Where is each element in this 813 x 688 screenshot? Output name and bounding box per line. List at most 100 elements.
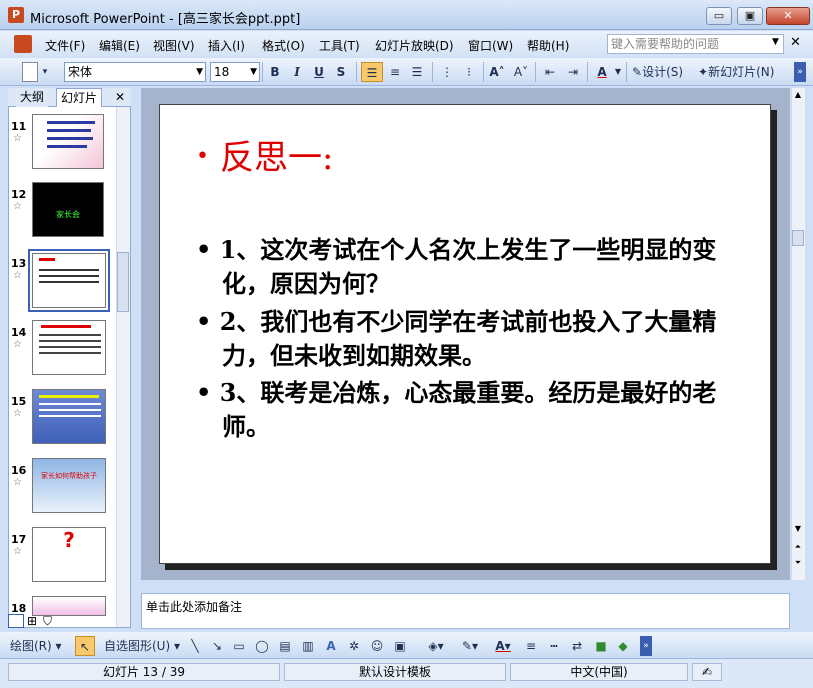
toolbar-separator — [535, 62, 536, 82]
design-button[interactable]: ✎设计(S) — [632, 62, 694, 82]
scroll-down-icon[interactable]: ▼ — [791, 522, 805, 536]
chevron-down-icon[interactable]: ▼ — [196, 63, 203, 81]
draw-menu-button[interactable]: 绘图(R) ▾ — [10, 636, 72, 656]
draw-font-color-icon[interactable]: A▾ — [488, 636, 518, 656]
menu-window[interactable]: 窗口(W) — [468, 37, 513, 54]
align-center-button[interactable]: ≡ — [385, 62, 405, 82]
scrollbar-thumb[interactable] — [117, 252, 129, 312]
select-pointer-icon[interactable]: ↖ — [75, 636, 95, 656]
arrow-style-icon[interactable]: ⇄ — [568, 636, 586, 656]
notes-pane[interactable]: 单击此处添加备注 — [141, 593, 790, 629]
bullet-text: 2、我们也有不少同学在考试前也投入了大量精力，但未收到如期效果。 — [219, 307, 717, 370]
slide-thumbnail-16[interactable]: 家长如何帮助孩子 — [32, 458, 106, 513]
font-name-combo[interactable]: 宋体 ▼ — [64, 62, 206, 82]
diagram-icon[interactable]: ✲ — [345, 636, 363, 656]
previous-slide-icon[interactable]: ⏶ — [791, 540, 805, 554]
menu-slideshow[interactable]: 幻灯片放映(D) — [375, 37, 454, 54]
vertical-textbox-icon[interactable]: ▥ — [299, 636, 317, 656]
scroll-up-icon[interactable]: ▲ — [791, 88, 805, 102]
grow-font-button[interactable]: A˄ — [487, 62, 507, 82]
slide-thumbnail-18[interactable] — [32, 596, 106, 616]
arrow-icon[interactable]: ↘ — [208, 636, 226, 656]
slide-thumbnail-14[interactable] — [32, 320, 106, 375]
toolbar-options-icon[interactable]: ▾ — [40, 62, 50, 82]
italic-button[interactable]: I — [287, 62, 307, 82]
next-slide-icon[interactable]: ⏷ — [791, 556, 805, 570]
chevron-down-icon[interactable]: ▼ — [614, 62, 622, 82]
menu-help[interactable]: 帮助(H) — [527, 37, 569, 54]
autoshapes-label: 自选图形(U) — [104, 639, 171, 653]
powerpoint-app-icon[interactable]: P — [8, 7, 24, 23]
star-icon: ☆ — [13, 270, 22, 281]
decrease-indent-icon[interactable]: ⇤ — [540, 62, 560, 82]
slide-thumbnail-15[interactable] — [32, 389, 106, 444]
line-style-icon[interactable]: ≡ — [522, 636, 540, 656]
font-name-value: 宋体 — [68, 65, 93, 79]
font-color-button[interactable]: A — [591, 62, 613, 82]
line-icon[interactable]: ╲ — [186, 636, 204, 656]
line-color-icon[interactable]: ✎▾ — [455, 636, 485, 656]
bullet-text: 1、这次考试在个人名次上发生了一些明显的变化，原因为何？ — [219, 235, 717, 298]
status-design-template[interactable]: 默认设计模板 — [284, 663, 506, 681]
bold-button[interactable]: B — [265, 62, 285, 82]
slideshow-view-icon[interactable]: ⛉ — [43, 614, 52, 629]
bullets-icon[interactable]: ⁝ — [459, 62, 479, 82]
help-dropdown-icon[interactable]: ▼ — [772, 37, 779, 47]
star-icon: ☆ — [13, 408, 22, 419]
thumb-label: 家长会 — [56, 210, 80, 219]
menu-edit[interactable]: 编辑(E) — [99, 37, 140, 54]
new-slide-button[interactable]: ✦新幻灯片(N) — [698, 62, 786, 82]
slide-bullet-2[interactable]: • 2、我们也有不少同学在考试前也投入了大量精力，但未收到如期效果。 — [196, 305, 756, 373]
spelling-status-icon[interactable]: ✍ — [692, 663, 722, 681]
dash-style-icon[interactable]: ┅ — [545, 636, 563, 656]
slide-thumbnail-13[interactable] — [32, 253, 106, 308]
slide-thumbnail-17[interactable]: ? — [32, 527, 106, 582]
oval-icon[interactable]: ◯ — [253, 636, 271, 656]
menu-view[interactable]: 视图(V) — [153, 37, 195, 54]
normal-view-icon[interactable] — [8, 614, 24, 628]
clipart-icon[interactable]: ☺ — [368, 636, 386, 656]
slide-sorter-icon[interactable]: ⊞ — [27, 614, 37, 628]
maximize-button[interactable]: ▣ — [737, 7, 763, 25]
numbering-icon[interactable]: ⋮ — [437, 62, 457, 82]
slide-title[interactable]: 反思一: — [220, 130, 333, 179]
help-search-input[interactable]: 键入需要帮助的问题 — [607, 34, 784, 54]
panel-close-icon[interactable]: ✕ — [111, 88, 129, 107]
new-document-icon[interactable] — [22, 62, 38, 82]
font-size-combo[interactable]: 18 ▼ — [210, 62, 260, 82]
menu-format[interactable]: 格式(O) — [262, 37, 305, 54]
align-right-button[interactable]: ☰ — [407, 62, 427, 82]
textbox-icon[interactable]: ▤ — [276, 636, 294, 656]
picture-icon[interactable]: ▣ — [391, 636, 409, 656]
tab-outline[interactable]: 大纲 — [16, 88, 49, 107]
slide-thumbnail-12[interactable]: 家长会 — [32, 182, 104, 237]
slides-panel-scrollbar[interactable] — [116, 107, 130, 627]
close-window-button[interactable]: ✕ — [766, 7, 810, 25]
slide-thumbnail-11[interactable] — [32, 114, 104, 169]
editor-scrollbar[interactable] — [791, 88, 805, 580]
scrollbar-thumb[interactable] — [792, 230, 804, 246]
menu-tools[interactable]: 工具(T) — [319, 37, 360, 54]
align-left-button[interactable]: ☰ — [361, 62, 383, 82]
slide-bullet-1[interactable]: • 1、这次考试在个人名次上发生了一些明显的变化，原因为何？ — [196, 233, 756, 301]
underline-button[interactable]: U — [309, 62, 329, 82]
shrink-font-button[interactable]: A˅ — [511, 62, 531, 82]
document-icon[interactable] — [14, 35, 32, 53]
wordart-icon[interactable]: A — [322, 636, 340, 656]
rectangle-icon[interactable]: ▭ — [230, 636, 248, 656]
close-document-button[interactable]: ✕ — [790, 35, 801, 50]
drawbar-more-icon[interactable]: » — [640, 636, 652, 656]
fill-color-icon[interactable]: ◈▾ — [422, 636, 450, 656]
menu-file[interactable]: 文件(F) — [45, 37, 85, 54]
menu-insert[interactable]: 插入(I) — [208, 37, 245, 54]
shadow-style-icon[interactable]: ■ — [592, 636, 610, 656]
increase-indent-icon[interactable]: ⇥ — [563, 62, 583, 82]
3d-style-icon[interactable]: ◆ — [614, 636, 632, 656]
minimize-button[interactable]: ▭ — [706, 7, 732, 25]
tab-slides[interactable]: 幻灯片 — [56, 88, 103, 107]
autoshapes-button[interactable]: 自选图形(U) ▾ — [104, 636, 186, 656]
chevron-down-icon[interactable]: ▼ — [250, 63, 257, 81]
shadow-button[interactable]: S — [331, 62, 351, 82]
slide-bullet-3[interactable]: • 3、联考是冶炼，心态最重要。经历是最好的老师。 — [196, 376, 756, 444]
toolbar-more-icon[interactable]: » — [794, 62, 806, 82]
